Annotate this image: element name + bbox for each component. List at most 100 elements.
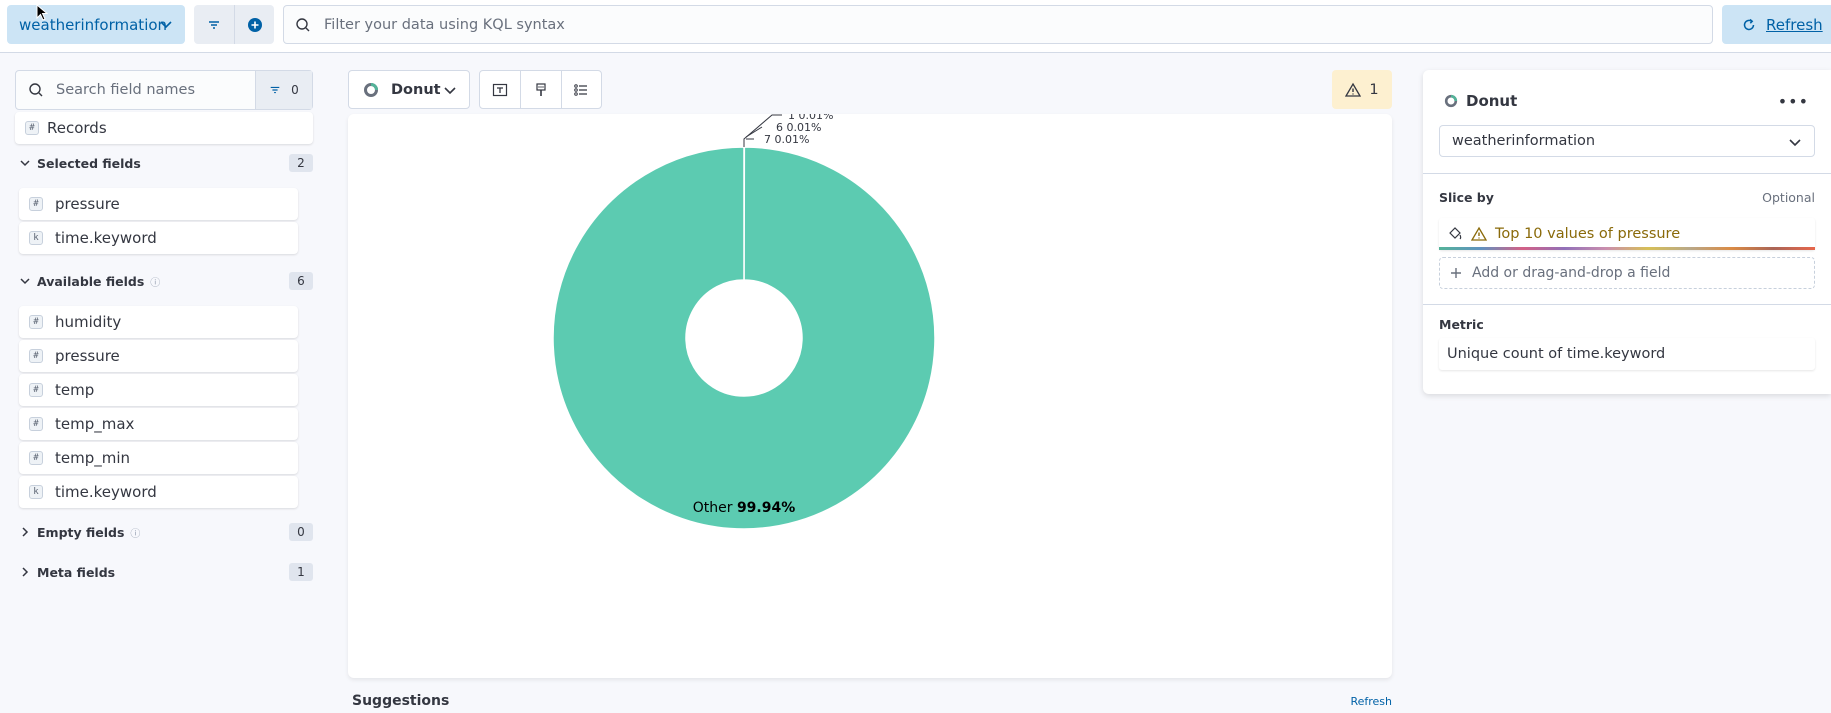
layer-data-view-value: weatherinformation (1452, 133, 1595, 149)
info-icon[interactable]: ⓘ (130, 525, 140, 540)
warnings-button[interactable]: 1 (1332, 70, 1392, 109)
donut-chart: 1 0.01%6 0.01%7 0.01%Other 99.94% (348, 114, 1392, 678)
chevron-down-icon (1788, 135, 1802, 149)
optional-label: Optional (1762, 190, 1815, 205)
field-item-time-keyword[interactable]: k time.keyword (19, 476, 298, 508)
field-list-panel: Search field names 0 # Records Selected … (15, 70, 313, 110)
text-icon (492, 82, 508, 98)
refresh-button[interactable]: Refresh (1722, 5, 1831, 44)
field-item-temp[interactable]: # temp (19, 374, 298, 406)
section-title: Available fields (37, 274, 144, 289)
chart-type-switcher[interactable]: Donut (348, 70, 470, 109)
donut-icon (1444, 94, 1458, 108)
kql-placeholder: Filter your data using KQL syntax (324, 17, 565, 33)
field-name: temp_max (55, 415, 134, 433)
number-type-icon: # (29, 315, 43, 329)
field-type-filter-button[interactable]: 0 (255, 71, 312, 109)
refresh-label: Refresh (1766, 16, 1823, 34)
field-item-pressure[interactable]: # pressure (19, 188, 298, 220)
field-search-input[interactable]: Search field names 0 (15, 70, 313, 110)
leader-line (746, 127, 762, 139)
add-field-label: Add or drag-and-drop a field (1472, 265, 1670, 281)
filter-icon (269, 84, 281, 96)
donut-icon (363, 82, 379, 98)
search-icon (28, 82, 44, 98)
slice-dimension-label: Top 10 values of pressure (1495, 226, 1680, 242)
field-name: temp (55, 381, 94, 399)
number-type-icon: # (25, 121, 39, 135)
chevron-down-icon (159, 17, 173, 31)
appearance-options-button[interactable] (520, 71, 560, 108)
filter-count: 0 (291, 83, 299, 97)
more-actions-icon[interactable]: ••• (1778, 92, 1809, 111)
refresh-icon (1742, 18, 1756, 32)
config-panel: Donut ••• weatherinformation Slice by Op… (1423, 70, 1831, 394)
section-title: Meta fields (37, 565, 115, 580)
plus-circle-icon (247, 17, 263, 33)
top-bar: weatherinformation Filter your data usin… (0, 0, 1831, 53)
kql-query-input[interactable]: Filter your data using KQL syntax (283, 5, 1713, 44)
data-view-picker[interactable]: weatherinformation (7, 5, 185, 44)
chevron-right-icon (19, 526, 31, 538)
field-name: time.keyword (55, 483, 157, 501)
add-filter-button[interactable] (234, 5, 274, 44)
number-type-icon: # (29, 349, 43, 363)
field-search-placeholder: Search field names (56, 82, 195, 98)
field-name: temp_min (55, 449, 130, 467)
chevron-down-icon (19, 275, 31, 287)
available-fields-header[interactable]: Available fields ⓘ 6 (15, 270, 313, 292)
number-type-icon: # (29, 197, 43, 211)
chevron-down-icon (443, 83, 457, 97)
visual-options-group (479, 70, 602, 109)
field-item-pressure[interactable]: # pressure (19, 340, 298, 372)
palette-bar (1439, 247, 1815, 250)
field-item-temp-max[interactable]: # temp_max (19, 408, 298, 440)
section-count: 0 (289, 523, 313, 541)
keyword-type-icon: k (29, 485, 43, 499)
legend-options-button[interactable] (561, 71, 601, 108)
section-title: Selected fields (37, 156, 141, 171)
field-name: pressure (55, 195, 120, 213)
slice-label-other: Other 99.94% (693, 500, 796, 516)
slice-by-label: Slice by (1439, 190, 1494, 205)
layer-title-label: Donut (1466, 92, 1517, 110)
slice-label-7: 7 0.01% (764, 133, 809, 146)
layer-data-view-select[interactable]: weatherinformation (1439, 125, 1815, 157)
section-title: Empty fields (37, 525, 124, 540)
warning-icon (1345, 82, 1361, 98)
add-field-dropzone[interactable]: Add or drag-and-drop a field (1439, 257, 1815, 289)
suggestions-refresh-link[interactable]: Refresh (1350, 695, 1392, 708)
layer-title: Donut (1444, 92, 1517, 110)
suggestions-title: Suggestions (352, 693, 449, 709)
slice-dimension-button[interactable]: Top 10 values of pressure (1439, 218, 1815, 250)
slice-by-section: Slice by Optional Top 10 values of press… (1423, 174, 1831, 305)
records-field[interactable]: # Records (15, 112, 313, 144)
metric-dimension-button[interactable]: Unique count of time.keyword (1439, 338, 1815, 370)
labels-options-button[interactable] (480, 71, 520, 108)
field-item-humidity[interactable]: # humidity (19, 306, 298, 338)
field-item-temp-min[interactable]: # temp_min (19, 442, 298, 474)
field-name: Records (47, 119, 107, 137)
info-icon[interactable]: ⓘ (150, 274, 160, 289)
donut-slice-other[interactable] (553, 147, 935, 529)
field-name: humidity (55, 313, 121, 331)
chevron-right-icon (19, 566, 31, 578)
selected-fields-header[interactable]: Selected fields 2 (15, 152, 313, 174)
search-icon (295, 17, 311, 33)
filter-icon (207, 18, 221, 32)
brush-icon (533, 82, 549, 98)
suggestions-header[interactable]: Suggestions Refresh (352, 693, 1392, 713)
empty-fields-header[interactable]: Empty fields ⓘ 0 (15, 521, 313, 543)
section-count: 6 (289, 272, 313, 290)
chart-type-label: Donut (391, 82, 441, 98)
field-item-time-keyword[interactable]: k time.keyword (19, 222, 298, 254)
metric-label: Metric (1439, 317, 1484, 332)
field-name: time.keyword (55, 229, 157, 247)
filter-button-group (194, 5, 274, 44)
meta-fields-header[interactable]: Meta fields 1 (15, 561, 313, 583)
section-count: 2 (289, 154, 313, 172)
warning-icon (1471, 226, 1487, 242)
filter-menu-button[interactable] (194, 5, 234, 44)
number-type-icon: # (29, 417, 43, 431)
list-icon (573, 82, 589, 98)
